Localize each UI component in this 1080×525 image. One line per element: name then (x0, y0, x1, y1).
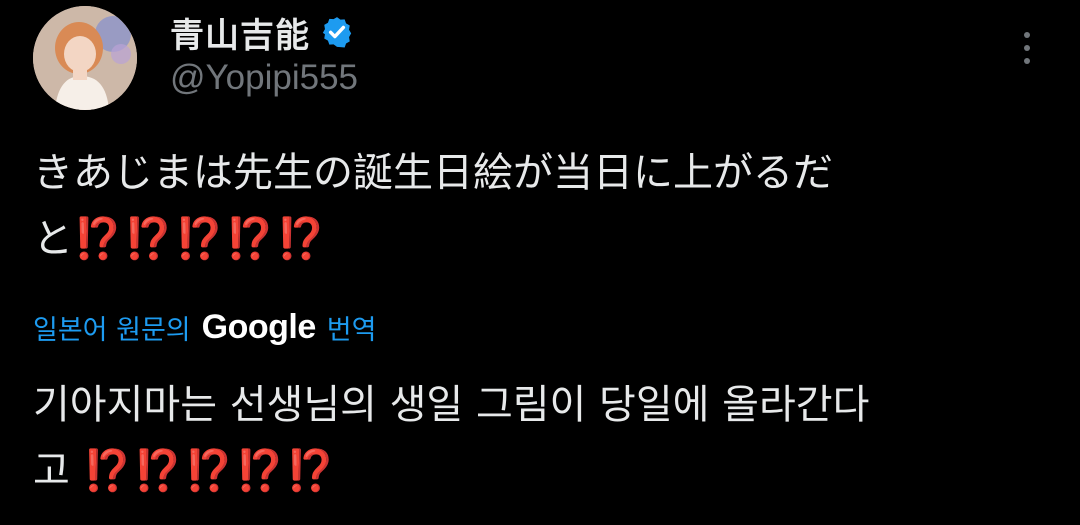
exclamation-question-emoji: ⁉️⁉️⁉️⁉️⁉️ (73, 216, 328, 262)
verified-badge-icon (320, 15, 354, 49)
tweet-text-line: きあじまは先生の誕生日絵が当日に上がるだ (33, 150, 833, 196)
translated-text-line: 고 ⁉️⁉️⁉️⁉️⁉️ (33, 438, 1043, 504)
author-display-name[interactable]: 青山吉能 (170, 8, 310, 57)
translated-text-line: 기아지마는 선생님의 생일 그림이 당일에 올라간다 (33, 382, 870, 428)
tweet-text-prefix: と (33, 216, 73, 262)
author-name-row: 青山吉能 (170, 8, 354, 56)
translated-text-prefix: 고 (33, 448, 70, 494)
translation-prefix-label: 일본어 원문의 (33, 314, 191, 346)
more-vertical-icon[interactable] (1015, 30, 1039, 66)
tweet-text-line: と⁉️⁉️⁉️⁉️⁉️ (33, 206, 1043, 272)
translation-suffix-label: 번역 (326, 314, 377, 346)
translation-attribution[interactable]: 일본어 원문의 Google 번역 (33, 302, 376, 352)
author-handle[interactable]: @Yopipi555 (170, 58, 358, 98)
google-logo: Google (201, 307, 317, 346)
exclamation-question-emoji: ⁉️⁉️⁉️⁉️⁉️ (82, 448, 337, 494)
tweet-body: きあじまは先生の誕生日絵が当日に上がるだ と⁉️⁉️⁉️⁉️⁉️ (33, 140, 1043, 272)
avatar[interactable] (33, 6, 137, 110)
translated-text: 기아지마는 선생님의 생일 그림이 당일에 올라간다 고 ⁉️⁉️⁉️⁉️⁉️ (33, 372, 1043, 504)
